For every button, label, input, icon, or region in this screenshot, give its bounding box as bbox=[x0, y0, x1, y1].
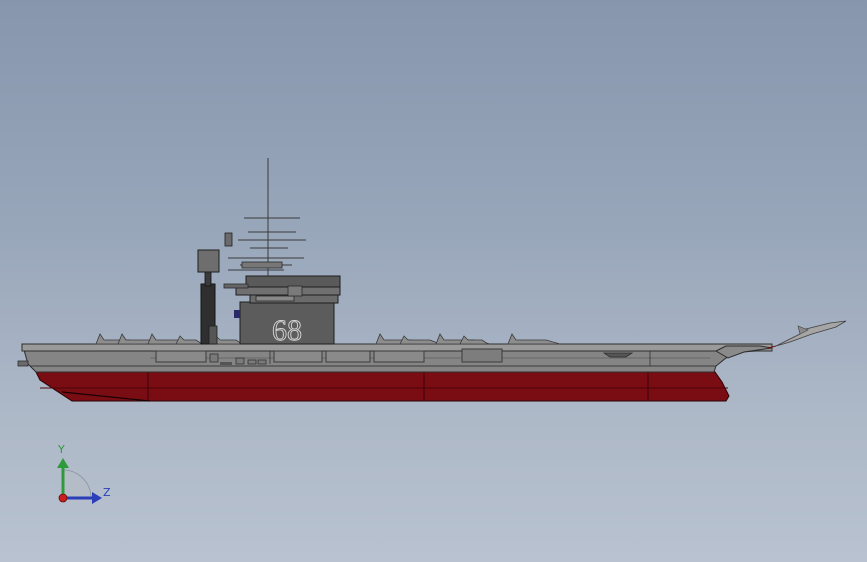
hull-detail-2 bbox=[235, 357, 245, 365]
hangar-opening-2 bbox=[273, 350, 323, 363]
aircraft-row-aft bbox=[95, 333, 244, 345]
hull-detail-4 bbox=[257, 359, 267, 365]
triad-quadrant bbox=[62, 469, 92, 499]
island-detail-1 bbox=[255, 295, 295, 302]
flight-deck bbox=[21, 343, 773, 352]
carrier-model[interactable]: 68 bbox=[0, 0, 867, 562]
triad-z-arrow bbox=[92, 492, 102, 504]
triad-y-label: Y bbox=[58, 443, 65, 456]
triad-origin bbox=[58, 493, 68, 503]
cad-viewport[interactable]: 68 Y Z bbox=[0, 0, 867, 562]
radar-mast bbox=[228, 158, 306, 276]
island-detail-4 bbox=[234, 310, 240, 318]
radar-box bbox=[224, 232, 233, 247]
hangar-opening-1 bbox=[155, 350, 207, 363]
tower-neck bbox=[204, 271, 212, 287]
tower-radar-panel bbox=[197, 249, 220, 273]
aircraft-row-forward bbox=[375, 333, 561, 345]
coordinate-triad[interactable] bbox=[57, 458, 102, 504]
island-detail-2 bbox=[287, 285, 303, 297]
triad-z-label: Z bbox=[103, 486, 111, 499]
stern-ramp bbox=[17, 360, 29, 367]
island-bridge bbox=[245, 275, 341, 288]
hangar-opening-4 bbox=[373, 350, 425, 363]
hull-detail-5 bbox=[220, 362, 232, 365]
bow-flare bbox=[714, 345, 773, 359]
aircraft-launching bbox=[767, 320, 847, 349]
tower-base-block bbox=[208, 325, 218, 345]
hangar-opening-5 bbox=[461, 348, 503, 363]
hangar-opening-3 bbox=[325, 350, 371, 363]
hull-number: 68 bbox=[272, 314, 302, 347]
island-detail-3 bbox=[223, 283, 249, 289]
triad-y-arrow bbox=[57, 458, 69, 468]
mast-platform bbox=[241, 261, 283, 269]
hull-detail-1 bbox=[209, 353, 219, 363]
hull-detail-3 bbox=[247, 359, 257, 365]
hull-lower bbox=[35, 371, 730, 402]
